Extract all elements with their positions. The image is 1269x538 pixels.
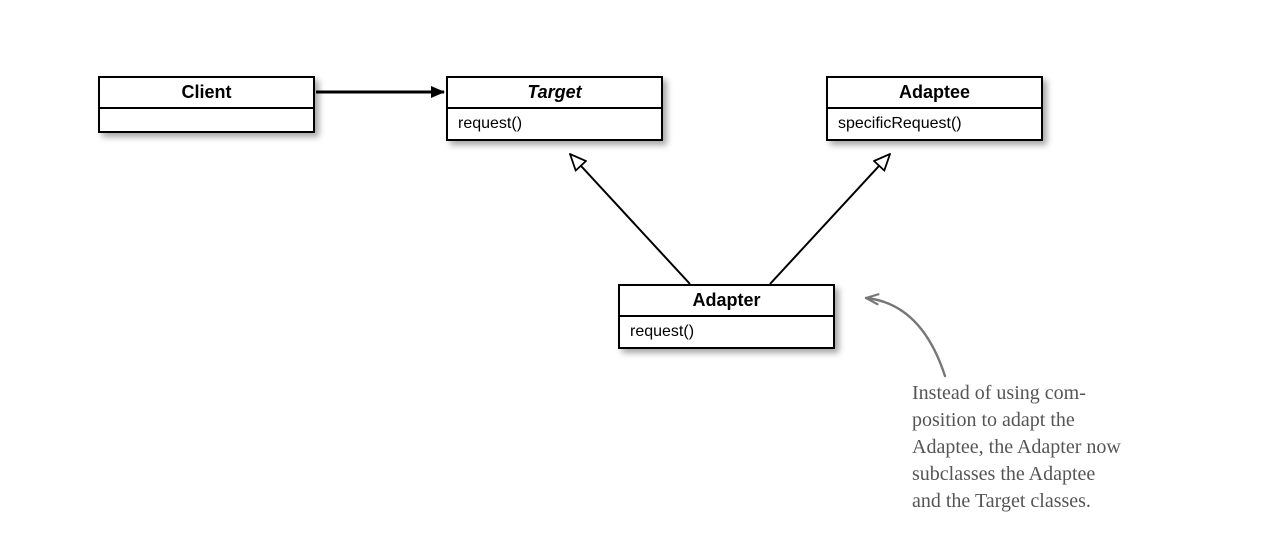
uml-class-title: Adaptee (828, 78, 1041, 109)
uml-class-adapter: Adapter request() (618, 284, 835, 349)
inherit-adapter-to-adaptee (770, 154, 890, 284)
annotation-text: Instead of using com- position to adapt … (912, 380, 1242, 515)
uml-class-title: Adapter (620, 286, 833, 317)
inherit-adapter-to-target (570, 154, 690, 284)
uml-class-body (100, 109, 313, 131)
uml-class-title: Client (100, 78, 313, 109)
uml-class-adaptee: Adaptee specificRequest() (826, 76, 1043, 141)
uml-class-client: Client (98, 76, 315, 133)
uml-class-body: request() (620, 317, 833, 347)
annotation-arrow (866, 298, 945, 376)
uml-class-target: Target request() (446, 76, 663, 141)
uml-class-body: request() (448, 109, 661, 139)
uml-class-title: Target (448, 78, 661, 109)
uml-class-body: specificRequest() (828, 109, 1041, 139)
